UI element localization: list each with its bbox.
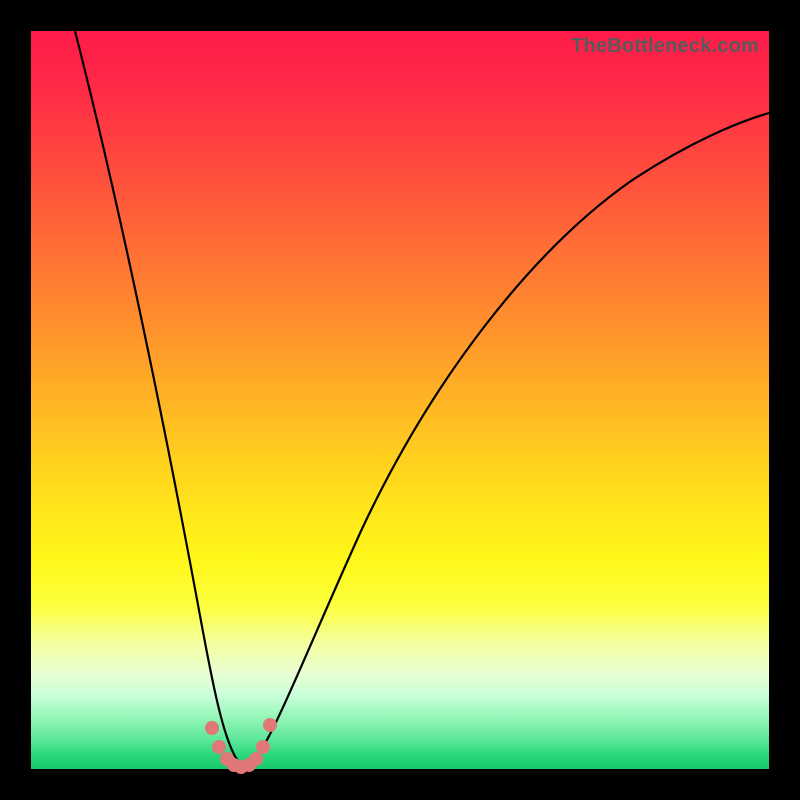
plot-area: TheBottleneck.com	[31, 31, 769, 769]
trough-dots	[205, 718, 277, 774]
curve-layer	[31, 31, 769, 769]
chart-stage: TheBottleneck.com	[0, 0, 800, 800]
bottleneck-curve	[75, 31, 769, 764]
